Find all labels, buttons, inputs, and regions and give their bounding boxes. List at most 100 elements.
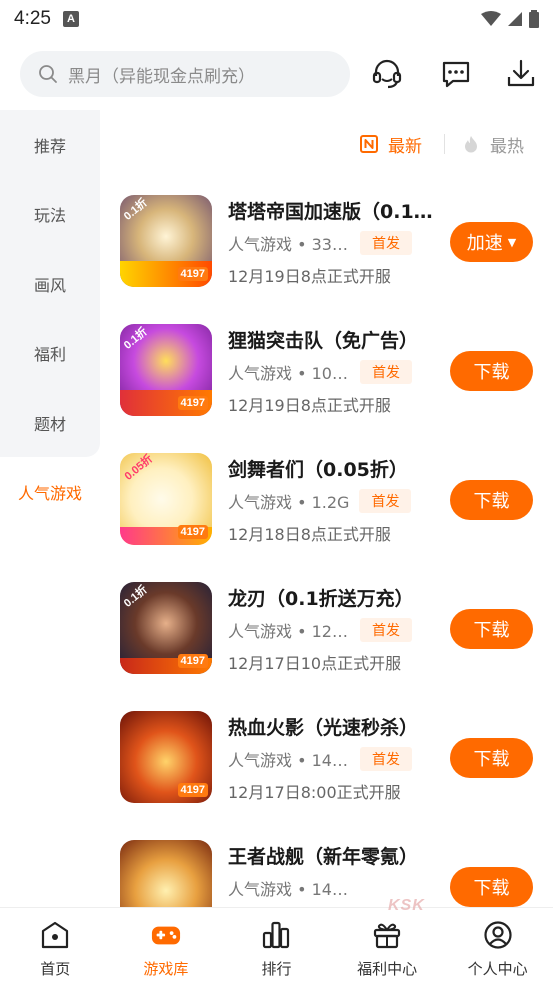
sort-hot-tab[interactable]: 最热 xyxy=(462,126,524,162)
discount-label: 0.05折 xyxy=(122,453,156,483)
sidebar-item-recommend[interactable]: 推荐 xyxy=(0,110,100,179)
game-name: 塔塔帝国加速版（0.1折送充值） xyxy=(228,201,436,223)
accelerate-button-label: 加速 xyxy=(466,233,503,254)
game-icon xyxy=(120,840,212,907)
game-category: 人气游戏 • 1.2G xyxy=(228,493,350,512)
game-icon: 0.05折 4197 xyxy=(120,453,212,545)
game-meta: 人气游戏 • 141M xyxy=(228,876,350,900)
game-meta: 人气游戏 • 145M 首发 xyxy=(228,747,412,771)
game-meta: 人气游戏 • 338M 首发 xyxy=(228,231,412,255)
download-button[interactable]: 下载 xyxy=(450,609,533,649)
gift-icon xyxy=(372,920,402,950)
nav-welfare-center[interactable]: 福利中心 xyxy=(332,908,443,984)
caret-down-icon: ▼ xyxy=(507,235,517,249)
sidebar-item-welfare[interactable]: 福利 xyxy=(0,318,100,387)
category-sidebar: 推荐 玩法 画风 福利 题材 人气游戏 xyxy=(0,110,100,907)
accelerate-button[interactable]: 加速 ▼ xyxy=(450,222,533,262)
status-indicators xyxy=(481,10,539,28)
game-name: 王者战舰（新年零氪） xyxy=(228,846,419,868)
sort-hot-label: 最热 xyxy=(490,136,524,157)
game-meta: 人气游戏 • 1.2G 首发 xyxy=(228,489,412,513)
notification-badge-icon: A xyxy=(62,11,79,27)
sidebar-item-popular[interactable]: 人气游戏 xyxy=(0,457,100,526)
game-icon: 4197 xyxy=(120,711,212,803)
game-name: 热血火影（光速秒杀） xyxy=(228,717,419,739)
game-name: 剑舞者们（0.05折） xyxy=(228,459,408,481)
nav-profile[interactable]: 个人中心 xyxy=(442,908,553,984)
nav-profile-label: 个人中心 xyxy=(467,960,528,978)
downloads-button[interactable] xyxy=(503,56,539,92)
sidebar-item-theme[interactable]: 题材 xyxy=(0,388,100,457)
download-icon xyxy=(507,59,535,87)
messages-button[interactable] xyxy=(438,56,474,92)
game-category: 人气游戏 • 128M xyxy=(228,622,350,641)
game-list-item[interactable]: 0.05折 4197 剑舞者们（0.05折） 人气游戏 • 1.2G 首发 12月… xyxy=(100,453,553,582)
game-name: 狸猫突击队（免广告） xyxy=(228,330,419,352)
status-bar: 4:25 A xyxy=(0,0,553,38)
search-placeholder: 黑月（异能现金点刷充） xyxy=(68,66,255,87)
server-open-date: 12月17日8:00正式开服 xyxy=(228,783,401,802)
flame-icon xyxy=(462,135,480,153)
sidebar-item-art-style[interactable]: 画风 xyxy=(0,249,100,318)
first-release-tag: 首发 xyxy=(359,489,412,513)
game-icon: 0.1折 4197 xyxy=(120,582,212,674)
game-list-item[interactable]: 0.1折 4197 龙刃（0.1折送万充） 人气游戏 • 128M 首发 12月1… xyxy=(100,582,553,711)
ranking-icon xyxy=(261,920,291,950)
game-category: 人气游戏 • 145M xyxy=(228,751,350,770)
icon-code-label: 4197 xyxy=(177,654,208,668)
first-release-tag: 首发 xyxy=(360,231,412,255)
new-icon xyxy=(360,135,378,153)
nav-ranking-label: 排行 xyxy=(261,960,292,978)
sort-divider xyxy=(444,134,445,154)
game-category: 人气游戏 • 141M xyxy=(228,880,350,899)
customer-service-button[interactable] xyxy=(369,56,405,92)
sort-latest-tab[interactable]: 最新 xyxy=(360,126,422,162)
watermark-logo: KSK xyxy=(388,897,425,914)
server-open-date: 12月18日8点正式开服 xyxy=(228,525,391,544)
top-header: 黑月（异能现金点刷充） xyxy=(0,38,553,110)
download-button[interactable]: 下载 xyxy=(450,351,533,391)
game-list-item[interactable]: 王者战舰（新年零氪） 人气游戏 • 141M 下载 xyxy=(100,840,553,907)
gamepad-icon xyxy=(151,920,181,950)
nav-welfare-center-label: 福利中心 xyxy=(357,960,418,978)
first-release-tag: 首发 xyxy=(360,618,412,642)
game-meta: 人气游戏 • 128M 首发 xyxy=(228,618,412,642)
game-category: 人气游戏 • 102M xyxy=(228,364,350,383)
sidebar-item-gameplay[interactable]: 玩法 xyxy=(0,179,100,248)
sort-latest-label: 最新 xyxy=(388,136,422,157)
discount-label: 0.1折 xyxy=(121,325,150,352)
chat-icon xyxy=(442,61,470,88)
first-release-tag: 首发 xyxy=(360,360,412,384)
server-open-date: 12月17日10点正式开服 xyxy=(228,654,402,673)
wifi-icon xyxy=(481,11,501,26)
headset-icon xyxy=(372,59,402,89)
download-button[interactable]: 下载 xyxy=(450,480,533,520)
icon-code-label: 4197 xyxy=(177,267,208,281)
search-bar[interactable]: 黑月（异能现金点刷充） xyxy=(20,51,350,97)
icon-code-label: 4197 xyxy=(177,525,208,539)
game-list-item[interactable]: 0.1折 4197 狸猫突击队（免广告） 人气游戏 • 102M 首发 12月19… xyxy=(100,324,553,453)
profile-icon xyxy=(483,920,513,950)
icon-code-label: 4197 xyxy=(177,783,208,797)
download-button[interactable]: 下载 xyxy=(450,867,533,907)
nav-home[interactable]: 首页 xyxy=(0,908,111,984)
discount-label: 0.1折 xyxy=(121,196,150,223)
game-list-item[interactable]: 0.1折 4197 塔塔帝国加速版（0.1折送充值） 人气游戏 • 338M 首发… xyxy=(100,195,553,324)
download-button[interactable]: 下载 xyxy=(450,738,533,778)
nav-game-library[interactable]: 游戏库 xyxy=(111,908,222,984)
icon-code-label: 4197 xyxy=(177,396,208,410)
game-list-item[interactable]: 4197 热血火影（光速秒杀） 人气游戏 • 145M 首发 12月17日8:00… xyxy=(100,711,553,840)
status-time: 4:25 xyxy=(14,8,51,29)
server-open-date: 12月19日8点正式开服 xyxy=(228,267,391,286)
game-meta: 人气游戏 • 102M 首发 xyxy=(228,360,412,384)
game-icon: 0.1折 4197 xyxy=(120,195,212,287)
nav-game-library-label: 游戏库 xyxy=(143,960,189,978)
game-category: 人气游戏 • 338M xyxy=(228,235,350,254)
home-icon xyxy=(40,920,70,950)
battery-icon xyxy=(529,10,539,28)
first-release-tag: 首发 xyxy=(360,747,412,771)
bottom-navigation: 首页 游戏库 排行 福利中心 个人中心 xyxy=(0,907,553,984)
nav-ranking[interactable]: 排行 xyxy=(221,908,332,984)
game-name: 龙刃（0.1折送万充） xyxy=(228,588,414,610)
nav-home-label: 首页 xyxy=(40,960,71,978)
